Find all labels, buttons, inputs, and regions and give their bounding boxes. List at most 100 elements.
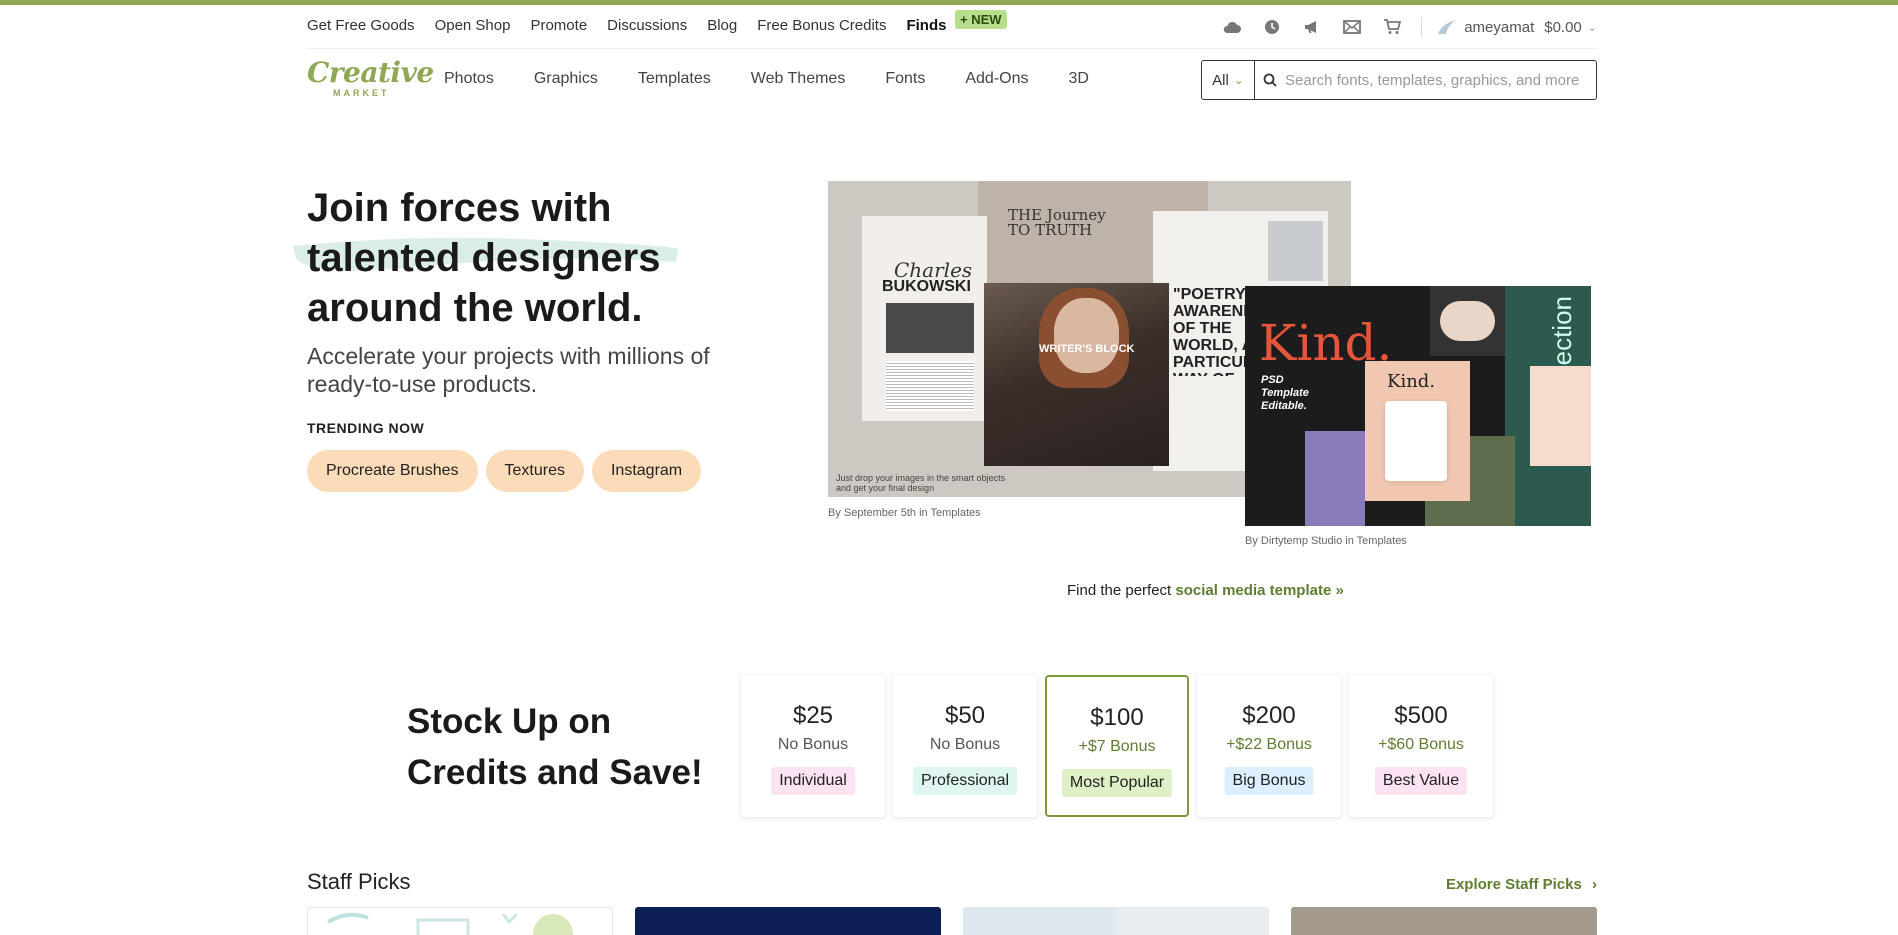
find-template-line: Find the perfect social media template » (1067, 582, 1344, 599)
credits-title: Stock Up on Credits and Save! (407, 702, 703, 792)
kind-small-title: Kind. (1387, 371, 1436, 392)
user-avatar-icon[interactable] (1436, 16, 1458, 38)
nav-fonts[interactable]: Fonts (885, 70, 925, 88)
trending-label: TRENDING NOW (307, 420, 425, 436)
search-category-select[interactable]: All ⌄ (1202, 61, 1255, 99)
package-bonus: No Bonus (777, 736, 849, 753)
nav-3d[interactable]: 3D (1068, 70, 1088, 88)
mockup-caption: Just drop your images in the smart objec… (836, 473, 1006, 493)
peach-card: Kind. (1365, 361, 1470, 501)
image-1-credit[interactable]: By September 5th in Templates (828, 507, 981, 519)
package-price: $50 (944, 702, 986, 729)
package-bonus: No Bonus (929, 736, 1001, 753)
cloud-icon[interactable] (1221, 17, 1243, 37)
new-badge: + NEW (955, 10, 1007, 29)
package-bonus: +$22 Bonus (1226, 736, 1312, 753)
explore-staff-picks-link[interactable]: Explore Staff Picks › (1446, 876, 1597, 893)
search-input[interactable] (1285, 61, 1585, 99)
social-media-template-link[interactable]: social media template » (1175, 582, 1343, 599)
credit-package-100[interactable]: $100 +$7 Bonus Most Popular (1045, 675, 1189, 817)
staff-pick-card[interactable] (963, 907, 1269, 935)
credit-package-50[interactable]: $50 No Bonus Professional (893, 675, 1037, 817)
search-category-value: All (1212, 71, 1229, 89)
hero-title-line-3: around the world. (307, 286, 643, 330)
psd-template-label: PSD Template Editable. (1261, 374, 1309, 412)
purple-card (1305, 431, 1365, 526)
white-card (1385, 401, 1447, 481)
staff-pick-card[interactable] (635, 907, 941, 935)
credit-package-25[interactable]: $25 No Bonus Individual (741, 675, 885, 817)
credit-packages: $25 No Bonus Individual $50 No Bonus Pro… (741, 675, 1501, 817)
utility-icons: ameyamat $0.00 ⌄ (1203, 16, 1597, 38)
woman-photo: WRITER'S BLOCK (984, 283, 1169, 466)
package-tag: Best Value (1374, 767, 1468, 795)
package-tag: Professional (912, 767, 1018, 795)
body-text-lines (886, 361, 974, 411)
writers-block-text: WRITER'S BLOCK (1039, 343, 1135, 355)
trending-pills: Procreate Brushes Textures Instagram (307, 450, 709, 492)
credit-package-200[interactable]: $200 +$22 Bonus Big Bonus (1197, 675, 1341, 817)
promote-link[interactable]: Promote (530, 17, 587, 34)
embrace-photo (1430, 286, 1505, 356)
package-price: $500 (1394, 702, 1448, 729)
trending-pill-instagram[interactable]: Instagram (591, 450, 702, 492)
clock-icon[interactable] (1261, 17, 1283, 37)
main-navigation: Creative MARKET Photos Graphics Template… (307, 55, 1597, 105)
package-price: $200 (1242, 702, 1296, 729)
sky-photo (1268, 221, 1323, 281)
hero-title: Join forces with talented designers arou… (307, 183, 767, 333)
category-links: Photos Graphics Templates Web Themes Fon… (444, 70, 1129, 88)
utility-bar: Get Free Goods Open Shop Promote Discuss… (307, 5, 1597, 49)
package-tag: Most Popular (1061, 769, 1173, 797)
trending-pill-procreate-brushes[interactable]: Procreate Brushes (307, 450, 478, 492)
package-bonus: +$60 Bonus (1378, 736, 1464, 753)
chevron-down-icon[interactable]: ⌄ (1588, 21, 1597, 34)
utility-links: Get Free Goods Open Shop Promote Discuss… (307, 17, 966, 34)
arm-shape (1440, 301, 1495, 341)
chevron-down-icon: ⌄ (1233, 73, 1244, 87)
package-price: $25 (792, 702, 834, 729)
creative-market-logo[interactable]: Creative MARKET (307, 58, 434, 100)
hero-title-line-2: talented designers (307, 236, 661, 280)
blog-link[interactable]: Blog (707, 17, 737, 34)
account-balance[interactable]: $0.00 (1544, 19, 1582, 36)
chevron-right-icon: › (1592, 876, 1597, 893)
open-shop-link[interactable]: Open Shop (435, 17, 511, 34)
staff-pick-card[interactable] (1291, 907, 1597, 935)
finds-link[interactable]: Finds (906, 17, 946, 34)
package-bonus: +$7 Bonus (1078, 738, 1156, 755)
package-price: $100 (1090, 704, 1144, 731)
utility-separator (1421, 17, 1423, 37)
username[interactable]: ameyamat (1464, 19, 1534, 36)
bukowski-last-name: BUKOWSKI (882, 278, 971, 295)
nav-photos[interactable]: Photos (444, 70, 494, 88)
peach-card-right (1530, 366, 1591, 466)
nav-graphics[interactable]: Graphics (534, 70, 598, 88)
face-shape (1054, 298, 1119, 373)
staff-pick-card[interactable] (307, 907, 613, 935)
free-bonus-credits-link[interactable]: Free Bonus Credits (757, 17, 886, 34)
nav-templates[interactable]: Templates (638, 70, 711, 88)
get-free-goods-link[interactable]: Get Free Goods (307, 17, 415, 34)
cart-icon[interactable] (1381, 17, 1403, 37)
portrait-photo (886, 303, 974, 353)
search-icon (1255, 61, 1285, 99)
discussions-link[interactable]: Discussions (607, 17, 687, 34)
featured-product-image-2[interactable]: collection Kind. PSD Template Editable. … (1245, 286, 1591, 526)
trending-pill-textures[interactable]: Textures (485, 450, 584, 492)
find-prefix: Find the perfect (1067, 582, 1176, 599)
package-tag: Big Bonus (1224, 767, 1314, 795)
image-2-credit[interactable]: By Dirtytemp Studio in Templates (1245, 535, 1407, 547)
explore-staff-picks-label: Explore Staff Picks (1445, 876, 1582, 893)
nav-add-ons[interactable]: Add-Ons (965, 70, 1028, 88)
megaphone-icon[interactable] (1301, 17, 1323, 37)
hero-subtitle: Accelerate your projects with millions o… (307, 343, 710, 397)
nav-web-themes[interactable]: Web Themes (751, 70, 846, 88)
logo-subtext: MARKET (333, 88, 390, 98)
search-bar: All ⌄ (1201, 60, 1597, 100)
staff-picks-title: Staff Picks (307, 869, 411, 894)
mail-icon[interactable] (1341, 17, 1363, 37)
credit-package-500[interactable]: $500 +$60 Bonus Best Value (1349, 675, 1493, 817)
package-tag: Individual (771, 767, 855, 795)
hero-title-line-1: Join forces with (307, 186, 612, 230)
